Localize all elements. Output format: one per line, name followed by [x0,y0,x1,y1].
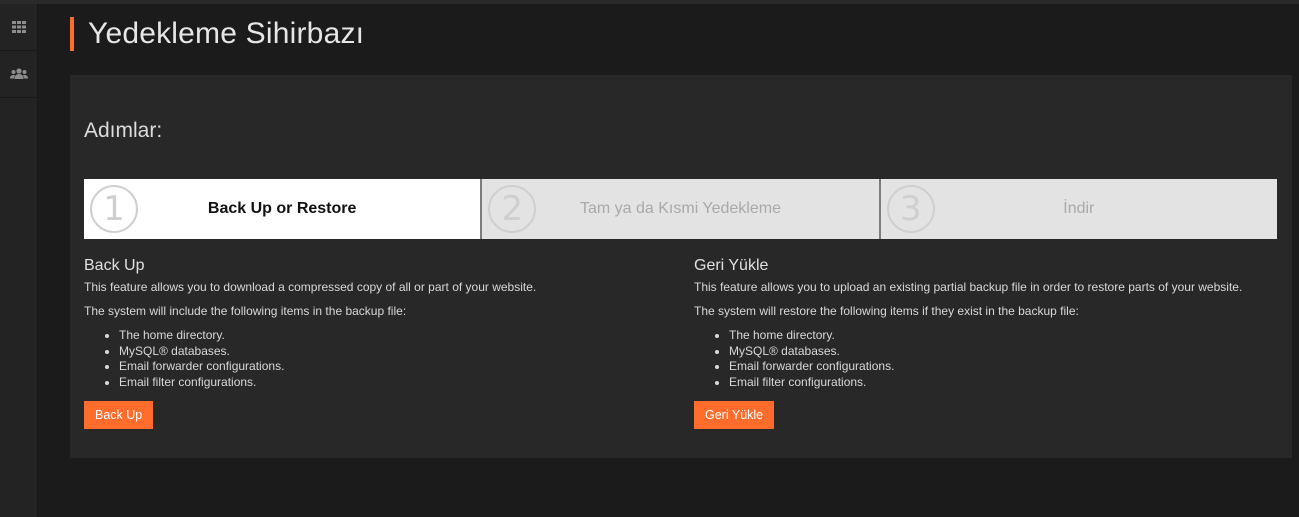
backup-section: Back Up This feature allows you to downl… [84,257,644,429]
backup-title: Back Up [84,257,145,274]
page-title: Yedekleme Sihirbazı [70,16,364,52]
backup-button[interactable]: Back Up [84,401,154,429]
step-label-2: Tam ya da Kısmi Yedekleme [579,200,781,217]
backup-intro: The system will include the following it… [84,304,407,318]
restore-title: Geri Yükle [694,257,769,274]
step-number-3: 3 [886,185,935,233]
list-item: Email filter configurations. [729,375,1284,391]
wizard-panel: Adımlar: 1 Back Up or Restore 2 Tam ya d… [70,75,1292,458]
list-item: MySQL® databases. [119,344,644,360]
list-item: The home directory. [119,328,644,344]
step-label-3: İndir [1063,200,1095,217]
list-item: MySQL® databases. [729,344,1284,360]
sidebar-item-users[interactable] [0,51,37,98]
step-1[interactable]: 1 Back Up or Restore [84,179,481,239]
grid-icon [11,21,26,33]
backup-description: This feature allows you to download a co… [84,280,537,294]
title-accent-bar [70,17,74,51]
sidebar [0,4,38,517]
sidebar-item-apps[interactable] [0,4,37,51]
users-icon [9,68,28,79]
step-2[interactable]: 2 Tam ya da Kısmi Yedekleme [480,179,879,239]
restore-section: Geri Yükle This feature allows you to up… [694,257,1284,429]
step-label-1: Back Up or Restore [207,200,357,217]
list-item: Email filter configurations. [119,375,644,391]
backup-items-list: The home directory. MySQL® databases. Em… [84,328,644,390]
restore-items-list: The home directory. MySQL® databases. Em… [694,328,1284,390]
restore-button[interactable]: Geri Yükle [694,401,775,429]
restore-intro: The system will restore the following it… [694,304,1079,318]
step-number-2: 2 [488,185,537,233]
list-item: Email forwarder configurations. [729,359,1284,375]
main-content: Yedekleme Sihirbazı Adımlar: 1 Back Up o… [38,4,1299,517]
restore-description: This feature allows you to upload an exi… [694,280,1243,294]
list-item: Email forwarder configurations. [119,359,644,375]
step-3[interactable]: 3 İndir [878,179,1277,239]
list-item: The home directory. [729,328,1284,344]
steps-heading: Adımlar: [84,119,163,142]
page-title-text: Yedekleme Sihirbazı [88,17,365,50]
step-number-1: 1 [90,185,138,233]
wizard-steps: 1 Back Up or Restore 2 Tam ya da Kısmi Y… [84,179,1277,239]
